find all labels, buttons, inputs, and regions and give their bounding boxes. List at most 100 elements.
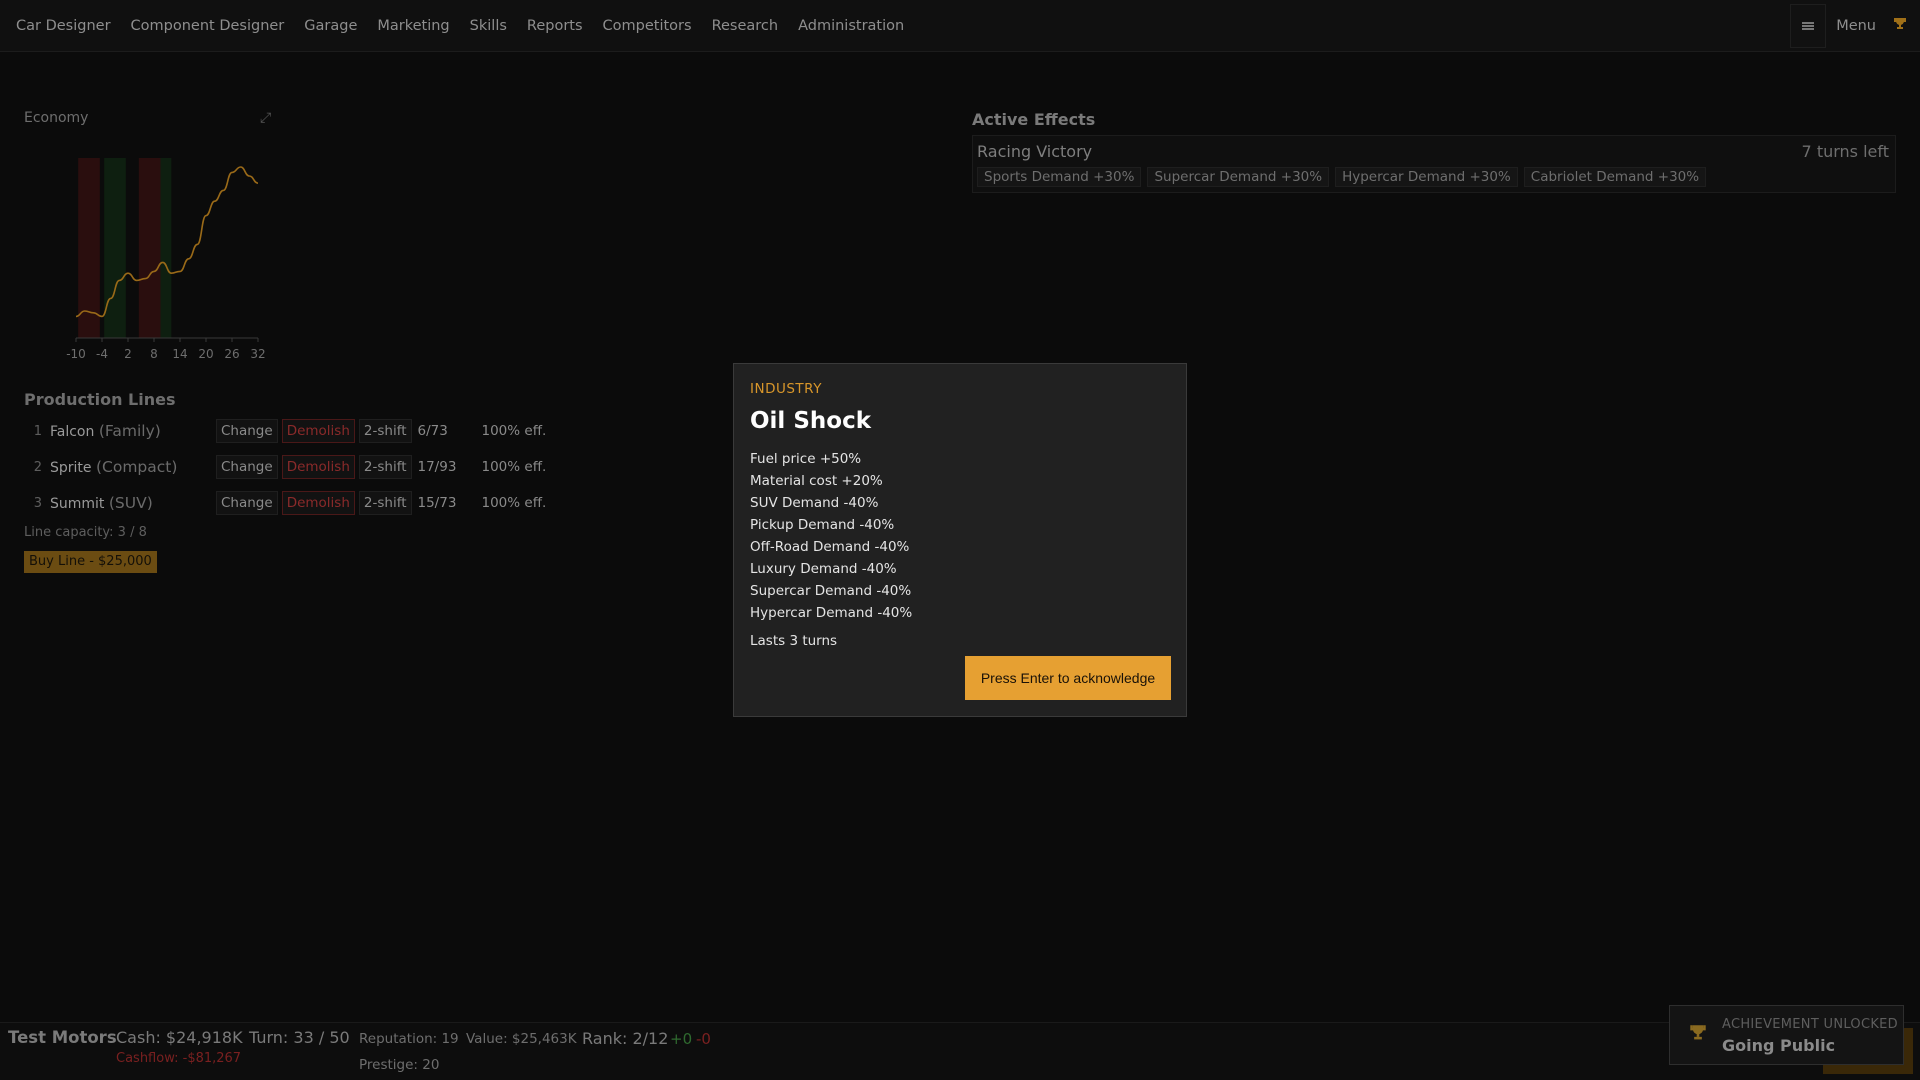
trophy-icon — [1690, 1024, 1706, 1047]
event-effect: Supercar Demand -40% — [750, 583, 912, 599]
trophy-icon[interactable] — [1894, 17, 1906, 35]
event-category: INDUSTRY — [750, 381, 822, 397]
line-capacity-value: 6/73 — [417, 423, 448, 439]
event-title: Oil Shock — [750, 408, 871, 434]
shift-button[interactable]: 2-shift — [358, 455, 412, 479]
x-tick-label: 14 — [172, 347, 187, 361]
model-name: Falcon — [50, 424, 95, 440]
cashflow-value: Cashflow: -$81,267 — [116, 1051, 242, 1066]
menu-button[interactable]: Menu — [1836, 18, 1876, 34]
event-effects-list: Fuel price +50% Material cost +20% SUV D… — [750, 448, 912, 624]
x-tick-label: 32 — [250, 347, 265, 361]
line-number: 3 — [33, 495, 42, 511]
line-model: Summit (SUV) — [50, 494, 216, 512]
effect-tag: Hypercar Demand +30% — [1335, 167, 1518, 187]
model-class: (Compact) — [95, 458, 178, 476]
achievement-toast: ACHIEVEMENT UNLOCKED Going Public — [1669, 1005, 1904, 1065]
line-capacity-value: 17/93 — [417, 459, 457, 475]
event-effect: Luxury Demand -40% — [750, 561, 897, 577]
effect-tag: Sports Demand +30% — [977, 167, 1142, 187]
menu-bars-icon — [1802, 22, 1815, 30]
line-number: 1 — [33, 423, 42, 439]
demolish-button[interactable]: Demolish — [281, 455, 355, 479]
rank-change-up: +0 — [670, 1030, 693, 1048]
effect-tag: Supercar Demand +30% — [1147, 167, 1330, 187]
x-tick-label: 20 — [198, 347, 213, 361]
nav-garage[interactable]: Garage — [294, 18, 367, 34]
model-name: Summit — [50, 496, 105, 512]
achievement-name: Going Public — [1722, 1036, 1836, 1055]
line-model: Falcon (Family) — [50, 422, 216, 440]
line-capacity-value: 15/73 — [417, 495, 457, 511]
event-effect: Off-Road Demand -40% — [750, 539, 910, 555]
demolish-button[interactable]: Demolish — [281, 491, 355, 515]
x-tick-label: 2 — [124, 347, 132, 361]
topbar-right: Menu — [1790, 0, 1920, 52]
nav-reports[interactable]: Reports — [517, 18, 593, 34]
active-effects-title: Active Effects — [972, 110, 1096, 129]
prestige-value: Prestige: 20 — [359, 1057, 440, 1073]
nav-skills[interactable]: Skills — [460, 18, 517, 34]
nav-competitors[interactable]: Competitors — [593, 18, 702, 34]
nav-research[interactable]: Research — [702, 18, 789, 34]
economy-chart: -10 -4 2 8 14 20 26 32 — [66, 158, 266, 361]
turn-counter: Turn: 33 / 50 — [249, 1028, 350, 1047]
economy-band-boom — [104, 158, 126, 338]
economy-title: Economy — [24, 110, 89, 126]
effect-turns-left: 7 turns left — [1801, 142, 1889, 161]
change-button[interactable]: Change — [216, 491, 278, 515]
main-nav: Car Designer Component Designer Garage M… — [6, 0, 914, 52]
shift-button[interactable]: 2-shift — [358, 419, 412, 443]
x-tick-label: 8 — [150, 347, 158, 361]
x-tick-label: -10 — [66, 347, 86, 361]
production-line-row: 1 Falcon (Family) Change Demolish 2-shif… — [24, 418, 546, 444]
event-effect: Pickup Demand -40% — [750, 517, 895, 533]
effect-tag: Cabriolet Demand +30% — [1523, 167, 1707, 187]
line-model: Sprite (Compact) — [50, 458, 216, 476]
buy-line-button[interactable]: Buy Line - $25,000 — [24, 551, 157, 573]
cash-value: Cash: $24,918K — [116, 1028, 243, 1047]
shift-button[interactable]: 2-shift — [358, 491, 412, 515]
nav-car-designer[interactable]: Car Designer — [6, 18, 121, 34]
line-capacity-summary: Line capacity: 3 / 8 — [24, 525, 147, 540]
change-button[interactable]: Change — [216, 419, 278, 443]
line-number: 2 — [33, 459, 42, 475]
production-lines-title: Production Lines — [24, 390, 176, 409]
production-line-row: 3 Summit (SUV) Change Demolish 2-shift 1… — [24, 490, 546, 516]
economy-band-boom — [160, 158, 172, 338]
model-class: (SUV) — [108, 494, 153, 512]
model-class: (Family) — [98, 422, 161, 440]
nav-administration[interactable]: Administration — [788, 18, 914, 34]
event-modal: INDUSTRY Oil Shock Fuel price +50% Mater… — [733, 363, 1187, 717]
change-button[interactable]: Change — [216, 455, 278, 479]
demolish-button[interactable]: Demolish — [281, 419, 355, 443]
nav-component-designer[interactable]: Component Designer — [121, 18, 295, 34]
expand-icon[interactable]: ⤢ — [260, 110, 271, 126]
event-effect: SUV Demand -40% — [750, 495, 879, 511]
top-nav-bar: Car Designer Component Designer Garage M… — [0, 0, 1920, 52]
x-tick-label: 26 — [224, 347, 239, 361]
active-effect-card: Racing Victory 7 turns left Sports Deman… — [972, 135, 1896, 193]
economy-band-recession — [78, 158, 100, 338]
acknowledge-button[interactable]: Press Enter to acknowledge — [965, 656, 1171, 700]
effect-name: Racing Victory — [977, 142, 1093, 161]
rank-change-down: -0 — [696, 1030, 711, 1048]
x-tick-label: -4 — [96, 347, 108, 361]
status-bar: Test Motors Cash: $24,918K Cashflow: -$8… — [0, 1022, 1920, 1080]
effect-tags: Sports Demand +30% Supercar Demand +30% … — [977, 167, 1712, 187]
event-duration: Lasts 3 turns — [750, 633, 838, 649]
achievement-label: ACHIEVEMENT UNLOCKED — [1722, 1017, 1898, 1032]
event-effect: Material cost +20% — [750, 473, 883, 489]
panel-toggle-button[interactable] — [1790, 4, 1827, 48]
company-value: Value: $25,463K — [466, 1031, 577, 1047]
nav-marketing[interactable]: Marketing — [367, 18, 459, 34]
production-line-row: 2 Sprite (Compact) Change Demolish 2-shi… — [24, 454, 546, 480]
line-efficiency: 100% eff. — [481, 459, 547, 475]
model-name: Sprite — [50, 460, 92, 476]
reputation-value: Reputation: 19 — [359, 1031, 459, 1047]
company-name: Test Motors — [8, 1028, 117, 1047]
line-efficiency: 100% eff. — [481, 423, 547, 439]
event-effect: Hypercar Demand -40% — [750, 605, 913, 621]
event-effect: Fuel price +50% — [750, 451, 862, 467]
economy-band-recession — [138, 158, 161, 338]
